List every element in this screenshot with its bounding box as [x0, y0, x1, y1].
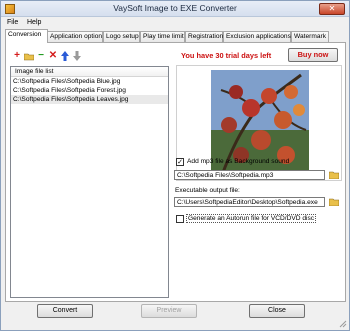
convert-button[interactable]: Convert [37, 304, 93, 318]
trial-days-text: You have 30 trial days left [181, 51, 272, 60]
list-item[interactable]: C:\Softpedia Files\Softpedia Blue.jpg [11, 77, 168, 86]
list-item[interactable]: C:\Softpedia Files\Softpedia Forest.jpg [11, 86, 168, 95]
tab-logo-setup[interactable]: Logo setup [103, 31, 140, 42]
resize-grip-icon[interactable] [339, 320, 347, 328]
list-item[interactable]: C:\Softpedia Files\Softpedia Leaves.jpg [11, 95, 168, 104]
delete-icon[interactable]: ✕ [48, 51, 58, 61]
menu-file[interactable]: File [7, 19, 18, 26]
autorun-checkbox[interactable] [176, 215, 184, 223]
autorun-label: Generate an Autorun file for VCD/DVD dis… [186, 214, 317, 223]
open-folder-icon[interactable] [23, 51, 35, 61]
bg-sound-label: Add mp3 file as Background sound [187, 158, 290, 165]
app-icon [5, 4, 15, 14]
preview-button[interactable]: Preview [141, 304, 197, 318]
browse-mp3-folder-icon[interactable] [328, 171, 340, 180]
tab-play-time-limit[interactable]: Play time limit [140, 31, 185, 42]
tab-strip: Conversion Application option Logo setup… [5, 29, 349, 43]
menu-help[interactable]: Help [27, 19, 41, 26]
tab-exclusion-applications[interactable]: Exclusion applications [223, 31, 291, 42]
mp3-path-input[interactable]: C:\Softpedia Files\Softpedia.mp3 [174, 170, 325, 180]
app-window: VaySoft Image to EXE Converter ✕ File He… [0, 0, 350, 331]
tab-watermark[interactable]: Watermark [291, 31, 329, 42]
close-button[interactable]: Close [249, 304, 305, 318]
add-icon[interactable]: + [12, 51, 22, 61]
window-title: VaySoft Image to EXE Converter [113, 3, 237, 13]
output-file-label: Executable output file: [175, 187, 240, 194]
list-header[interactable]: Image file list [11, 67, 168, 77]
remove-icon[interactable]: − [36, 51, 46, 61]
tab-conversion[interactable]: Conversion [5, 29, 48, 43]
move-up-icon[interactable] [60, 51, 70, 61]
image-file-list[interactable]: Image file list C:\Softpedia Files\Softp… [10, 66, 169, 298]
title-bar[interactable]: VaySoft Image to EXE Converter ✕ [1, 1, 349, 17]
buy-now-button[interactable]: Buy now [288, 48, 338, 62]
browse-output-folder-icon[interactable] [328, 198, 340, 207]
move-down-icon[interactable] [72, 51, 82, 61]
close-window-button[interactable]: ✕ [319, 3, 345, 15]
bg-sound-checkbox[interactable]: ✓ [176, 158, 184, 166]
output-path-input[interactable]: C:\Users\SoftpediaEditor\Desktop\Softped… [174, 197, 325, 207]
menu-bar: File Help [1, 17, 349, 29]
conversion-panel: + − ✕ Image file list C:\Softpedia Files… [5, 42, 346, 302]
tab-registration[interactable]: Registration [185, 31, 223, 42]
tab-application-option[interactable]: Application option [47, 31, 103, 42]
